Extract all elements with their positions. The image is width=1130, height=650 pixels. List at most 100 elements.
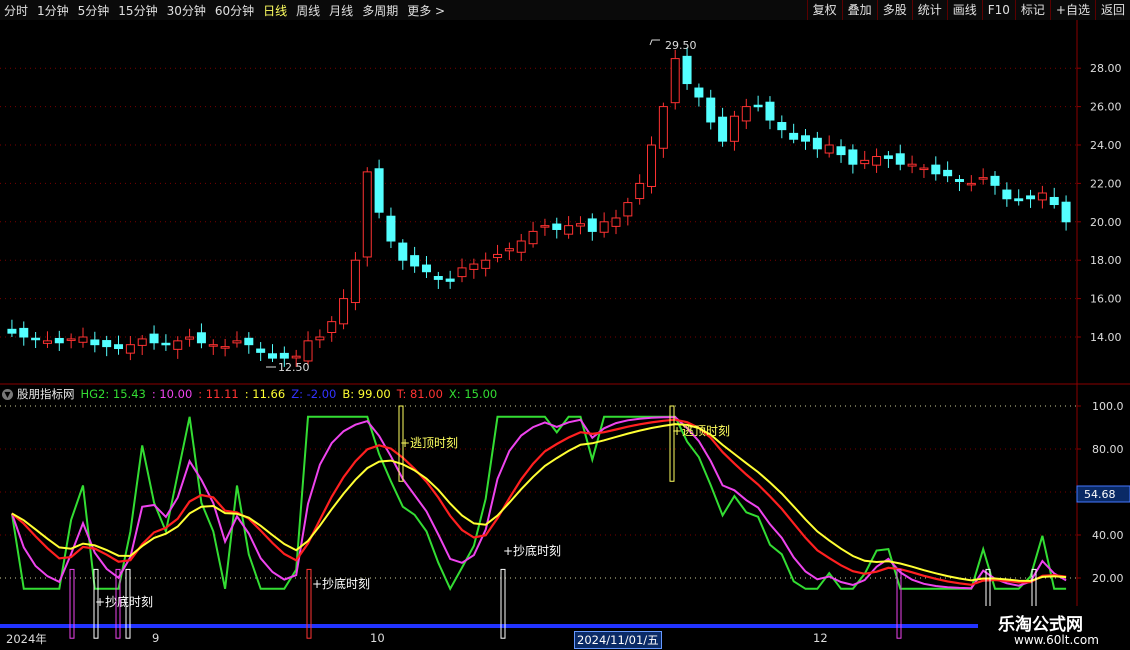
candle-body	[339, 298, 349, 325]
action-button[interactable]: 复权	[806, 0, 842, 20]
indicator-lines	[10, 415, 1067, 592]
low-price-label: 12.50	[278, 361, 310, 374]
candlestick-series: 29.50 12.50	[7, 39, 1071, 374]
candle-body	[1061, 201, 1071, 223]
price-tick-label: 16.00	[1090, 293, 1122, 306]
candle-body	[954, 179, 964, 182]
candle-body	[149, 333, 159, 344]
candle-body	[694, 87, 704, 98]
action-button[interactable]: 叠加	[841, 0, 877, 20]
diamond-icon[interactable]: ◇	[1040, 22, 1048, 35]
candle-body	[682, 55, 692, 85]
period-tab[interactable]: 分时	[4, 2, 28, 19]
action-button[interactable]: F10	[981, 0, 1015, 20]
candle-body	[611, 217, 621, 227]
period-tab[interactable]: 30分钟	[167, 2, 206, 19]
timeline-label-year: 2024年	[6, 632, 47, 646]
indicator-name[interactable]: 股朋指标网	[17, 386, 75, 402]
indicator-param: B: 99.00	[342, 387, 391, 401]
indicator-param: X: 15.00	[448, 387, 498, 401]
candle-body	[244, 337, 254, 346]
candle-body	[1002, 189, 1012, 200]
price-tick-label: 26.00	[1090, 101, 1122, 114]
period-tab[interactable]: 60分钟	[215, 2, 254, 19]
action-button[interactable]: 多股	[876, 0, 912, 20]
candle-body	[481, 259, 491, 269]
magenta-line	[10, 416, 1067, 590]
candle-body	[907, 163, 917, 167]
indicator-tick-label: 20.00	[1092, 572, 1124, 585]
candle-body	[895, 153, 905, 165]
candle-body	[374, 168, 384, 213]
action-button[interactable]: +自选	[1049, 0, 1095, 20]
candle-body	[196, 332, 206, 344]
candle-body	[824, 144, 834, 154]
indicator-param: : 10.00	[151, 387, 193, 401]
period-tab[interactable]: 5分钟	[78, 2, 110, 19]
candle-body	[232, 340, 242, 344]
candle-body	[66, 338, 76, 341]
period-tab[interactable]: 1分钟	[37, 2, 69, 19]
candle-body	[587, 218, 597, 232]
candle-body	[457, 267, 467, 278]
indicator-header: ▼ 股朋指标网 HG2: 15.43: 10.00: 11.11: 11.66 Z…	[2, 386, 509, 402]
candle-body	[185, 336, 195, 340]
candle-body	[860, 159, 870, 165]
candle-body	[102, 340, 112, 348]
candle-body	[635, 182, 645, 200]
candle-body	[54, 337, 64, 344]
candle-body	[445, 278, 455, 282]
candle-body	[173, 340, 183, 350]
indicator-tick-label: 60.00	[1092, 486, 1124, 499]
price-tick-label: 20.00	[1090, 216, 1122, 229]
candle-body	[765, 101, 775, 121]
indicator-tick-label: 100.0	[1092, 400, 1124, 413]
action-button[interactable]: 统计	[911, 0, 947, 20]
period-tab[interactable]: 15分钟	[118, 2, 157, 19]
bottom-signal-label: +抄底时刻	[312, 576, 370, 591]
candle-body	[19, 327, 29, 338]
candle-body	[670, 58, 680, 104]
action-button[interactable]: 返回	[1094, 0, 1130, 20]
candle-body	[1026, 195, 1036, 200]
candle-body	[493, 253, 503, 259]
action-button[interactable]: 画线	[946, 0, 982, 20]
candle-body	[789, 132, 799, 140]
candle-body	[303, 340, 313, 362]
yellow-line	[11, 423, 1067, 582]
candle-body	[315, 336, 325, 341]
candle-body	[812, 137, 822, 150]
candle-body	[729, 115, 739, 142]
candle-body	[658, 106, 668, 149]
chevron-down-icon[interactable]: ▼	[2, 388, 13, 400]
layout-icon[interactable]: ▯	[1060, 22, 1066, 35]
indicator-param: : 11.66	[244, 387, 286, 401]
price-tick-label: 28.00	[1090, 62, 1122, 75]
chart-canvas: 28.00 26.00 24.00 22.00 20.00 18.00 16.00 14.00…	[0, 20, 1130, 639]
chevron-down-icon[interactable]: ▼	[129, 25, 141, 36]
indicator-param: : 11.11	[198, 387, 239, 401]
timeline-axis	[0, 630, 984, 648]
candle-body	[161, 342, 171, 346]
candle-body	[504, 248, 514, 252]
candle-body	[7, 328, 17, 334]
bottom-signal-label: +抄底时刻	[95, 594, 153, 609]
timeline-label-12: 12	[813, 631, 828, 645]
period-tab[interactable]: 更多 >	[407, 2, 445, 19]
candle-body	[966, 182, 976, 186]
period-tab[interactable]: 日线	[263, 2, 287, 19]
period-tab[interactable]: 周线	[296, 2, 320, 19]
indicator-tick-label: 80.00	[1092, 443, 1124, 456]
zero-line	[0, 624, 978, 628]
price-tick-label: 22.00	[1090, 177, 1122, 190]
candle-body	[410, 255, 420, 267]
action-button[interactable]: 标记	[1014, 0, 1050, 20]
stock-title[interactable]: 容百科技(日线,前复权) ▼	[4, 22, 141, 39]
period-tab[interactable]: 多周期	[362, 2, 398, 19]
period-tab[interactable]: 月线	[329, 2, 353, 19]
indicator-param: Z: -2.00	[291, 387, 337, 401]
candle-body	[220, 346, 230, 349]
bottom-signal-bar	[500, 568, 506, 639]
stock-title-text: 容百科技(日线,前复权)	[4, 24, 126, 38]
candle-body	[1037, 192, 1047, 201]
